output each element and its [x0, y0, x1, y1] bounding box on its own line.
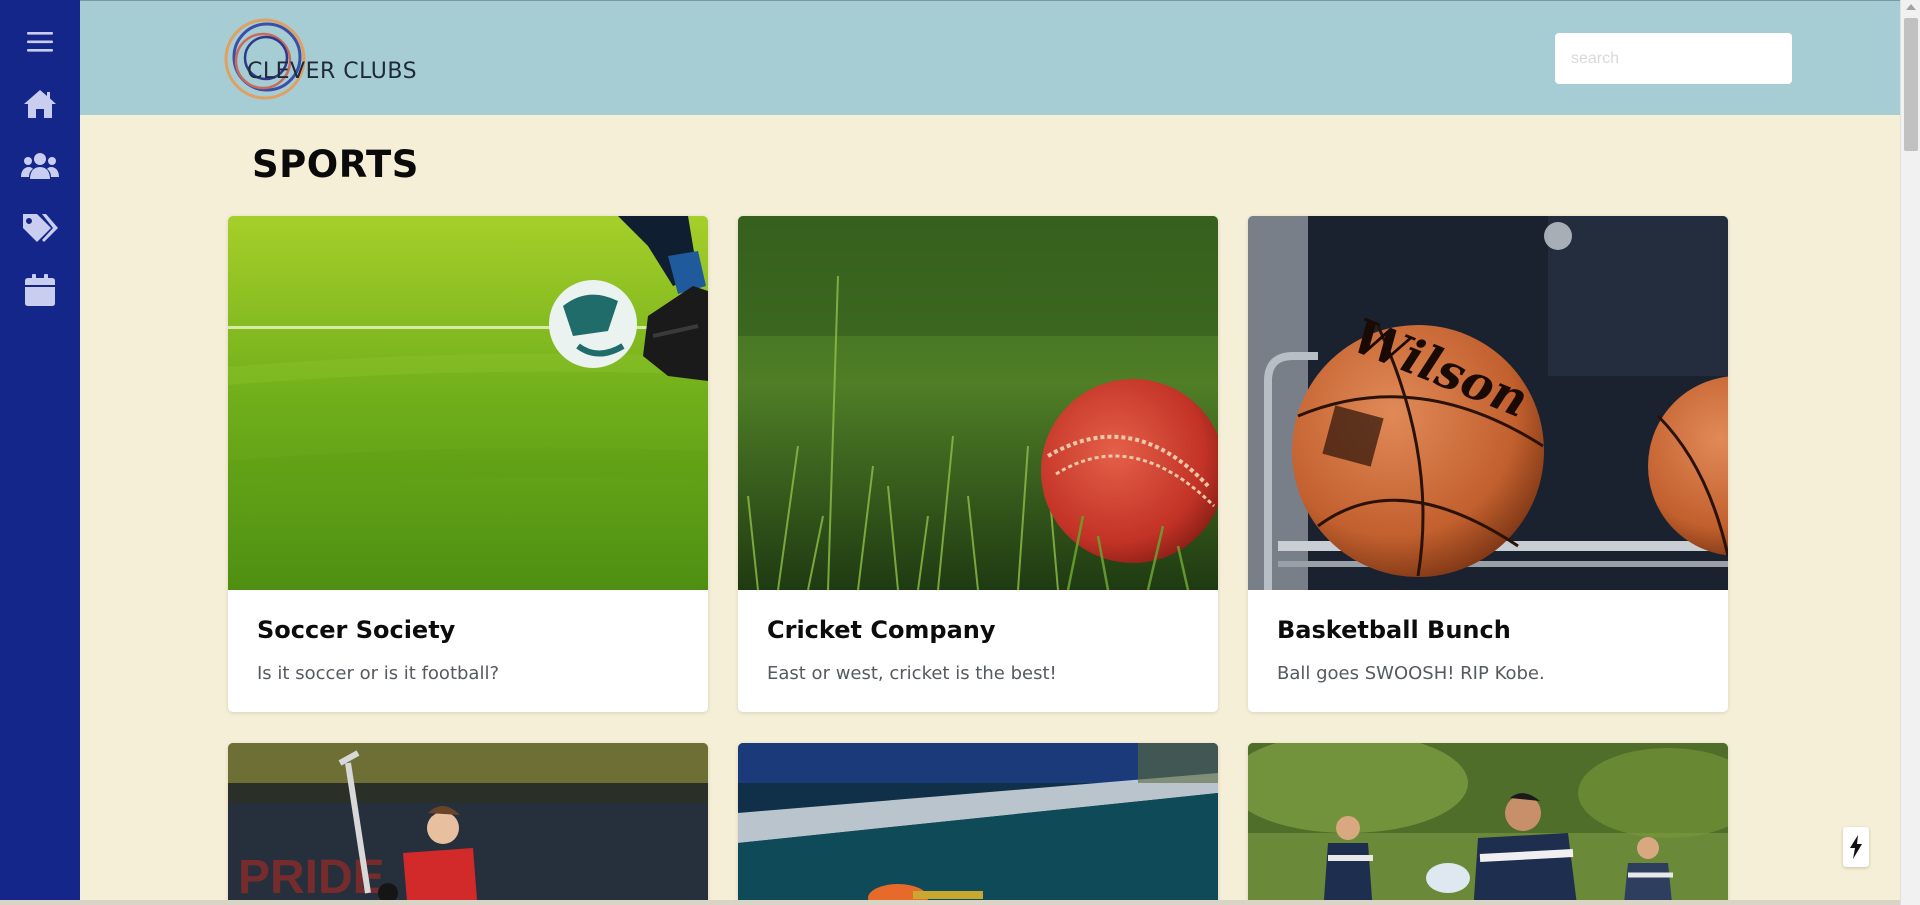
events-button[interactable] — [20, 270, 60, 310]
home-button[interactable] — [20, 84, 60, 124]
top-header: CLEVER CLUBS — [80, 0, 1900, 115]
club-card-hockey[interactable]: PRIDE — [228, 743, 708, 905]
bottom-edge — [0, 900, 1900, 905]
scroll-thumb[interactable] — [1904, 18, 1918, 151]
users-icon — [21, 153, 59, 179]
tags-icon — [23, 214, 58, 242]
card-title: Basketball Bunch — [1277, 616, 1511, 644]
card-title: Cricket Company — [767, 616, 996, 644]
scrollbar[interactable] — [1900, 0, 1920, 905]
calendar-icon — [25, 274, 55, 306]
logo-text: CLEVER CLUBS — [247, 59, 418, 84]
menu-button[interactable] — [20, 22, 60, 62]
card-description: Is it soccer or is it football? — [257, 663, 500, 684]
basketball-image: Wilson — [1248, 216, 1728, 590]
club-card-soccer[interactable]: Soccer Society Is it soccer or is it foo… — [228, 216, 708, 712]
tags-button[interactable] — [20, 208, 60, 248]
cricket-image — [738, 216, 1218, 590]
hockey-image: PRIDE — [228, 743, 708, 905]
clubs-button[interactable] — [20, 146, 60, 186]
card-title: Soccer Society — [257, 616, 456, 644]
home-icon — [24, 90, 56, 118]
scroll-up-arrow-icon[interactable] — [1906, 4, 1916, 10]
club-card-rugby[interactable] — [1248, 743, 1728, 905]
club-card-cricket[interactable]: Cricket Company East or west, cricket is… — [738, 216, 1218, 712]
sidebar — [0, 0, 80, 905]
search-input[interactable] — [1555, 33, 1792, 84]
rugby-image — [1248, 743, 1728, 905]
soccer-image — [228, 216, 708, 590]
menu-icon — [27, 32, 53, 52]
clever-clubs-logo[interactable]: CLEVER CLUBS — [223, 17, 423, 101]
card-description: East or west, cricket is the best! — [767, 663, 1057, 684]
card-description: Ball goes SWOOSH! RIP Kobe. — [1277, 663, 1545, 684]
club-card-second[interactable] — [738, 743, 1218, 905]
quick-action-button[interactable] — [1843, 827, 1869, 867]
club-card-basketball[interactable]: Wilson Basketball Bunch Ball goes SWOOSH… — [1248, 216, 1728, 712]
lightning-icon — [1850, 835, 1862, 859]
court-image — [738, 743, 1218, 905]
page-title: SPORTS — [252, 143, 419, 186]
